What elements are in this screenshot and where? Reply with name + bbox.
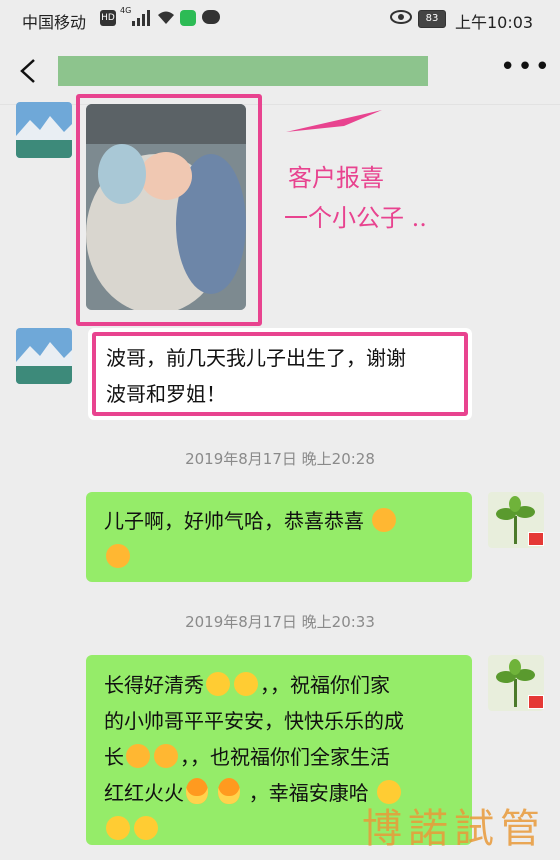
battery-indicator: 83 xyxy=(418,10,446,28)
network-type-label: 4G xyxy=(120,6,132,15)
hugging-face-icon xyxy=(126,744,150,768)
carrier-label: 中国移动 xyxy=(22,13,87,32)
hugging-face-icon xyxy=(372,508,397,532)
contact-avatar[interactable] xyxy=(16,328,72,384)
clock: 上午10:03 xyxy=(455,13,534,32)
message-text: 儿子啊，好帅气哈，恭喜恭喜 xyxy=(104,503,464,575)
signal-icon xyxy=(132,10,150,26)
annotation-line1: 客户报喜 xyxy=(288,164,384,192)
message-timestamp: 2019年8月17日 晚上20:33 xyxy=(185,613,375,631)
hugging-face-icon xyxy=(154,744,178,768)
flag-icon xyxy=(528,695,544,709)
fire-icon xyxy=(218,778,241,804)
smiling-face-icon xyxy=(206,672,230,696)
message-text: 波哥，前几天我儿子出生了，谢谢 波哥和罗姐！ xyxy=(106,346,406,406)
annotation-line2: 一个小公子 .. xyxy=(284,204,427,232)
cloud-icon xyxy=(202,10,220,24)
watermark-logo: 博諾試管 xyxy=(362,806,546,852)
wifi-icon xyxy=(158,11,174,24)
chevron-left-icon[interactable] xyxy=(14,56,44,86)
baby-photo xyxy=(86,104,246,310)
wechat-notification-icon xyxy=(180,10,196,26)
hugging-face-icon xyxy=(106,544,130,568)
eye-icon xyxy=(390,10,412,24)
message-timestamp: 2019年8月17日 晚上20:28 xyxy=(185,450,375,468)
annotation-arrow xyxy=(286,110,382,132)
smiling-face-icon xyxy=(134,816,158,840)
chat-title xyxy=(58,56,428,86)
smiling-face-icon xyxy=(234,672,258,696)
baby-photo-message[interactable] xyxy=(86,104,246,310)
contact-avatar[interactable] xyxy=(16,102,72,158)
status-bar: 中国移动 HD 4G 83 上午10:03 xyxy=(0,0,560,38)
fire-icon xyxy=(186,778,208,804)
smiling-face-icon xyxy=(106,816,130,840)
flag-icon xyxy=(528,532,544,546)
hd-badge: HD xyxy=(100,10,116,26)
more-dots-icon[interactable]: ••• xyxy=(500,54,550,84)
